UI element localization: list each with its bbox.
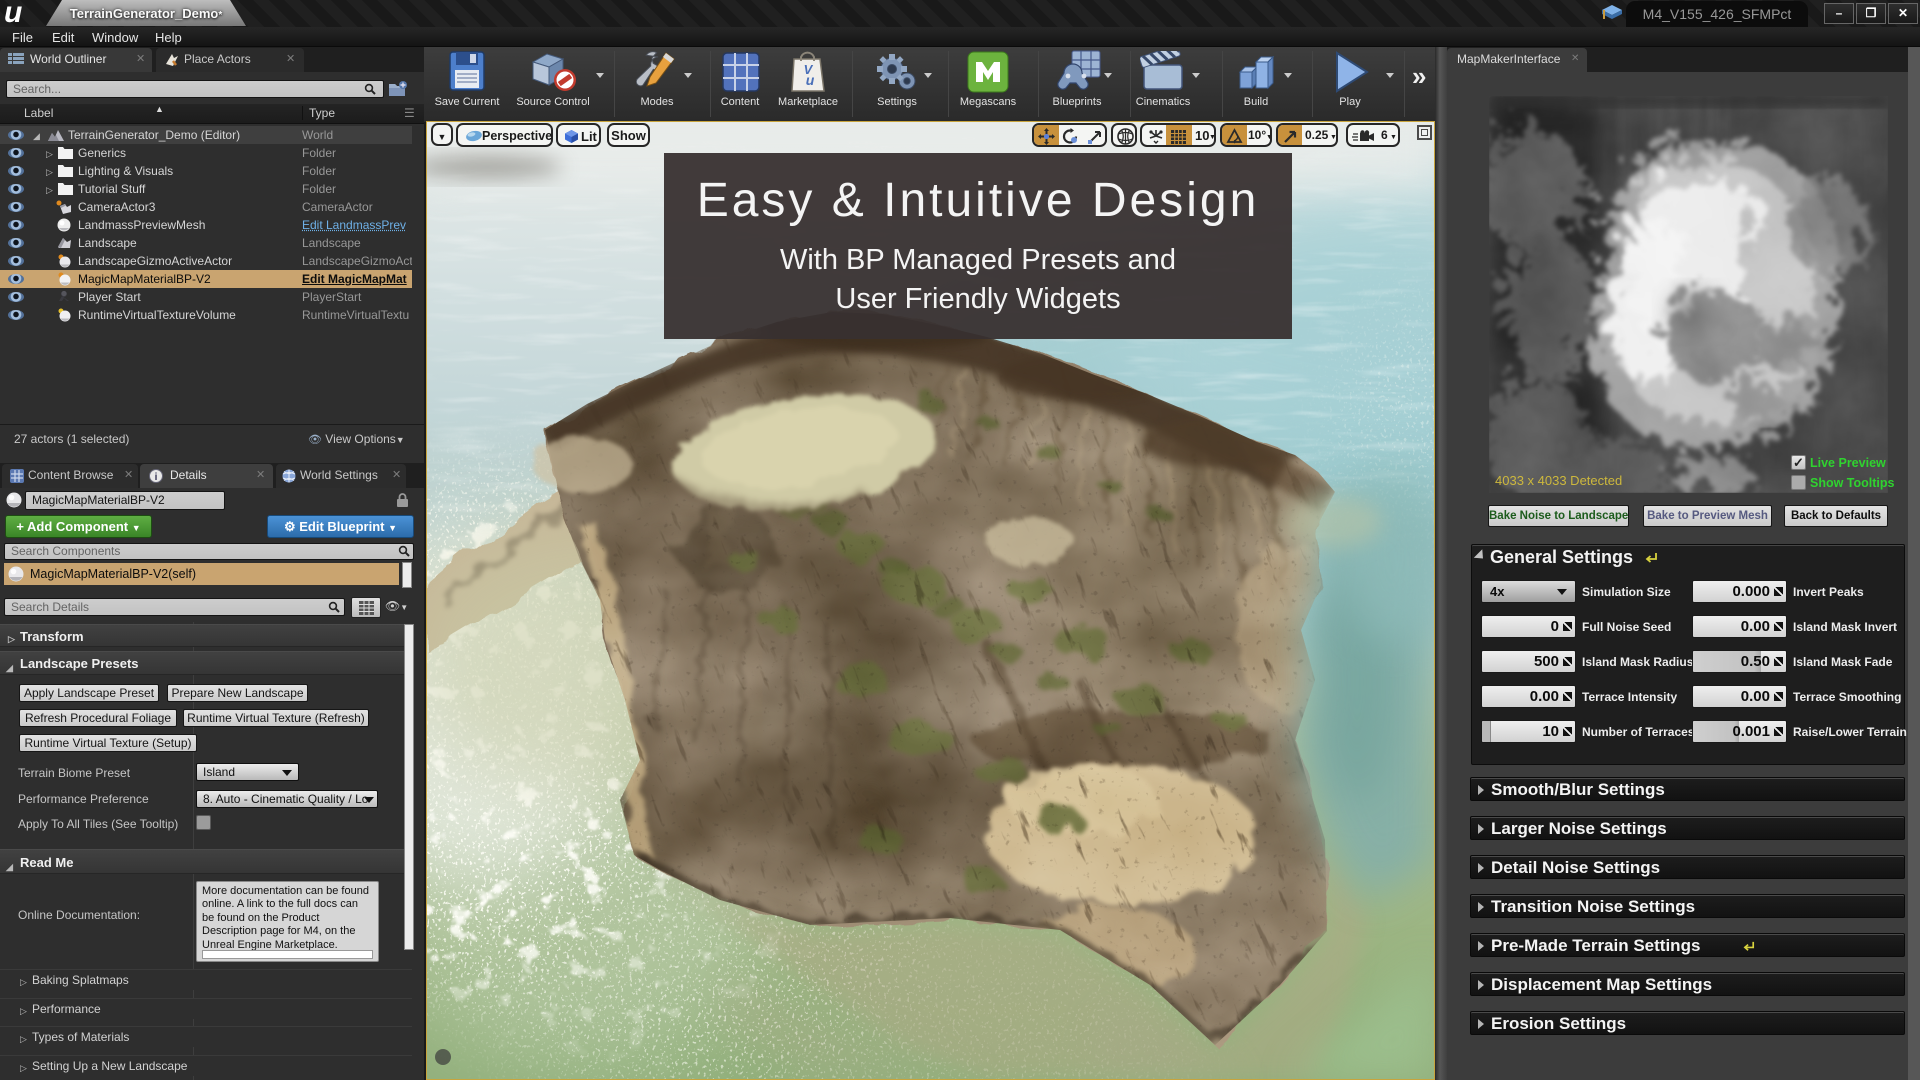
svg-text:i: i (155, 472, 158, 483)
svg-text:u: u (4, 0, 22, 27)
svg-text:u: u (806, 72, 815, 88)
